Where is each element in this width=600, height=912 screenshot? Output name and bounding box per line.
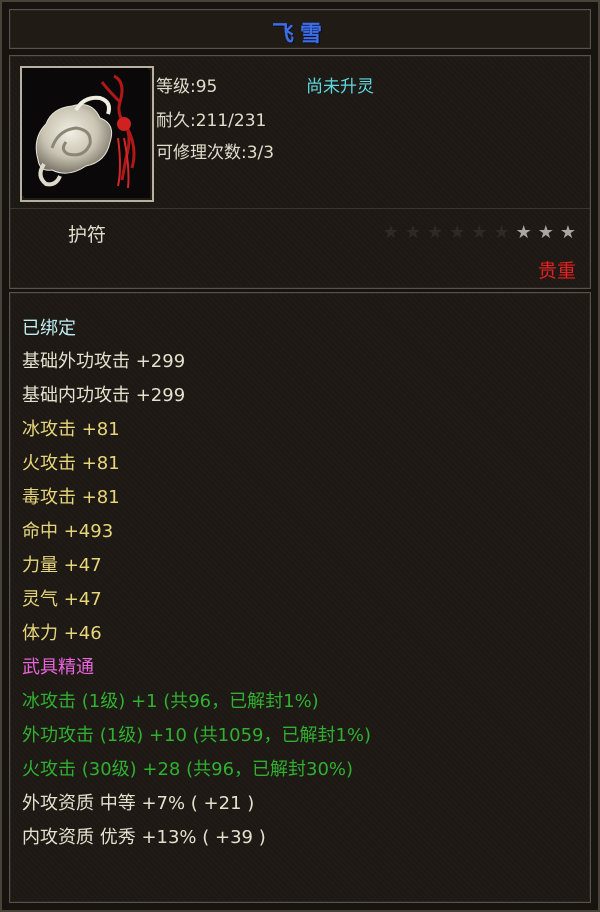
stats-panel: 已绑定 基础外功攻击 +299 基础内功攻击 +299 冰攻击 +81 火攻击 …	[9, 292, 591, 903]
star-icon: ★	[537, 222, 554, 243]
mastery-line: 火攻击 (30级) +28 (共96，已解封30%)	[22, 759, 354, 780]
star-icon: ★	[493, 222, 510, 243]
item-header: 等级:95 尚未升灵 耐久:211/231 可修理次数:3/3 护符 ★ ★ ★…	[9, 55, 591, 289]
repair-count-label: 可修理次数:3/3	[156, 143, 275, 163]
star-icon: ★	[427, 222, 444, 243]
star-rating: ★ ★ ★ ★ ★ ★ ★ ★ ★	[383, 224, 576, 242]
stat-line: 力量 +47	[22, 555, 102, 576]
mastery-line: 冰攻击 (1级) +1 (共96，已解封1%)	[22, 691, 319, 712]
star-icon: ★	[471, 222, 488, 243]
stat-line: 灵气 +47	[22, 589, 102, 610]
rarity-label: 贵重	[537, 260, 576, 282]
item-name: 飞雪	[271, 22, 328, 47]
durability-label: 耐久:211/231	[156, 111, 267, 131]
jade-amulet-icon	[20, 66, 154, 202]
aptitude-line: 内攻资质 优秀 +13% ( +39 )	[22, 827, 266, 848]
stat-line: 基础内功攻击 +299	[22, 385, 186, 406]
mastery-header: 武具精通	[22, 657, 94, 678]
stat-line: 体力 +46	[22, 623, 102, 644]
level-label: 等级:95	[156, 77, 218, 97]
stat-line: 毒攻击 +81	[22, 487, 120, 508]
title-bar: 飞雪	[9, 9, 591, 49]
item-tooltip: 飞雪 等级:95 尚未升灵 耐久:211/231 可修理次数:3/3 护符 ★ …	[0, 0, 600, 912]
star-icon: ★	[449, 222, 466, 243]
mastery-line: 外功攻击 (1级) +10 (共1059，已解封1%)	[22, 725, 372, 746]
bound-status: 已绑定	[22, 318, 76, 339]
stat-line: 冰攻击 +81	[22, 419, 120, 440]
stat-line: 基础外功攻击 +299	[22, 351, 186, 372]
aptitude-line: 外攻资质 中等 +7% ( +21 )	[22, 793, 255, 814]
spirit-status: 尚未升灵	[306, 77, 374, 97]
star-icon: ★	[382, 222, 399, 243]
stat-line: 命中 +493	[22, 521, 114, 542]
divider	[10, 208, 590, 209]
star-icon: ★	[404, 222, 422, 243]
stat-line: 火攻击 +81	[22, 453, 120, 474]
item-type: 护符	[68, 224, 107, 246]
star-icon: ★	[515, 222, 532, 243]
star-icon: ★	[559, 222, 576, 243]
